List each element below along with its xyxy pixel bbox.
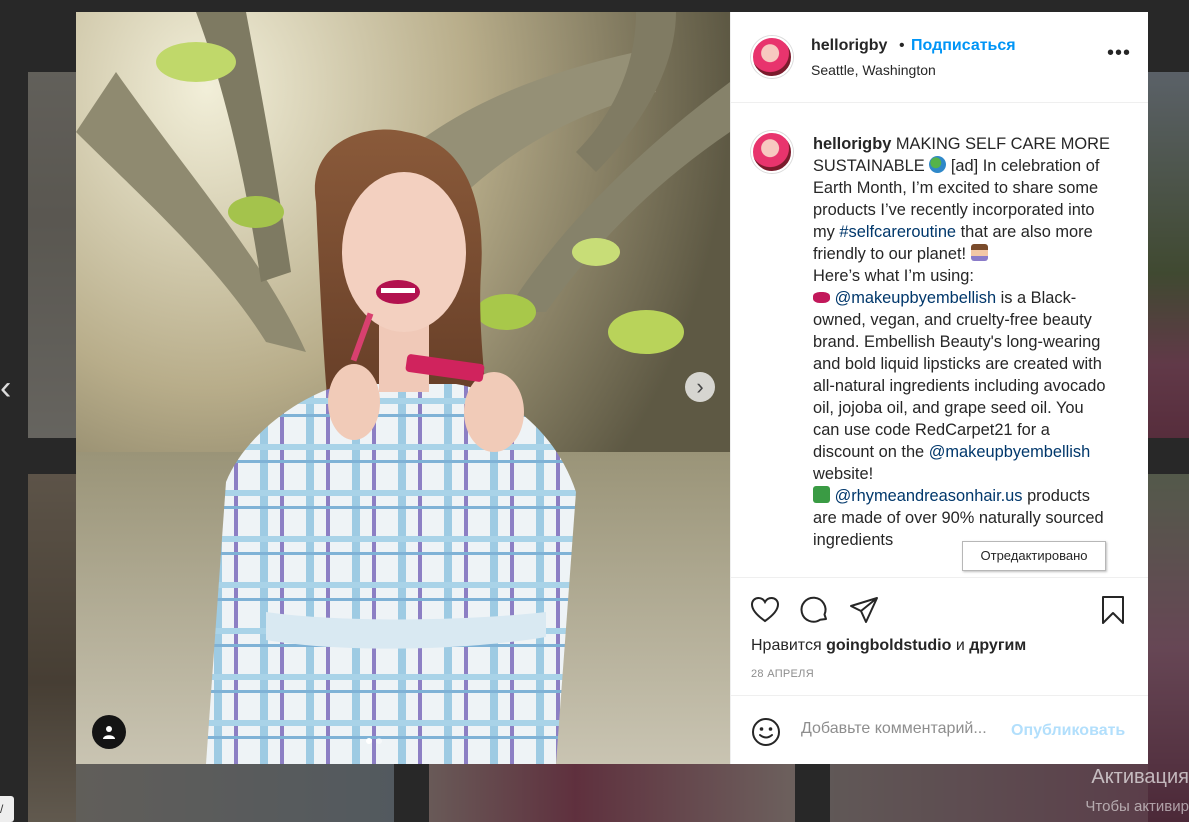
user-icon xyxy=(103,726,115,739)
recycle-emoji-icon xyxy=(813,486,830,503)
activation-watermark-title: Активация xyxy=(1091,766,1189,788)
hashtag-link[interactable]: #selfcareroutine xyxy=(839,223,956,241)
earth-globe-icon xyxy=(929,156,947,173)
comment-icon[interactable] xyxy=(799,594,831,626)
next-photo-button[interactable]: › xyxy=(685,372,715,402)
heart-icon[interactable] xyxy=(749,594,781,626)
carousel-dots xyxy=(366,738,382,744)
post-date[interactable]: 28 АПРЕЛЯ xyxy=(751,668,814,680)
avatar[interactable] xyxy=(751,131,793,173)
bookmark-icon[interactable] xyxy=(1097,594,1129,626)
liked-by-user[interactable]: goingboldstudio xyxy=(826,637,951,654)
side-tab: / xyxy=(0,796,14,822)
edited-tooltip: Отредактировано xyxy=(962,541,1106,571)
post-author-username[interactable]: hellorigby xyxy=(811,37,887,55)
activation-watermark-subtitle: Чтобы активир xyxy=(1085,798,1189,815)
liked-by-others[interactable]: другим xyxy=(969,637,1026,654)
comment-input[interactable] xyxy=(801,720,1011,738)
caption-text: is a Black-owned, vegan, and cruelty-fre… xyxy=(813,289,1106,461)
likes-and: и xyxy=(955,637,965,654)
post-caption: hellorigby MAKING SELF CARE MORE SUSTAIN… xyxy=(813,133,1113,551)
emoji-picker-icon[interactable] xyxy=(751,717,781,747)
mention-link[interactable]: @makeupbyembellish xyxy=(929,443,1091,461)
likes-summary[interactable]: Нравится goingboldstudio и другим xyxy=(751,637,1026,655)
more-options-icon[interactable]: ••• xyxy=(1107,42,1131,65)
chevron-left-icon[interactable]: ‹ xyxy=(0,368,20,408)
tagged-users-button[interactable] xyxy=(92,715,126,749)
avatar[interactable] xyxy=(751,36,793,78)
chevron-right-icon: › xyxy=(696,374,704,399)
carousel-dot xyxy=(376,738,382,744)
mention-link[interactable]: @makeupbyembellish xyxy=(835,289,997,307)
mention-link[interactable]: @rhymeandreasonhair.us xyxy=(835,487,1023,505)
likes-prefix: Нравится xyxy=(751,637,822,654)
follow-button[interactable]: Подписаться xyxy=(911,37,1016,55)
post-sidebar: hellorigby • Подписаться Seattle, Washin… xyxy=(730,12,1148,764)
share-icon[interactable] xyxy=(848,594,880,626)
post-header: hellorigby • Подписаться Seattle, Washin… xyxy=(731,12,1148,103)
post-modal: › hellorigby • Подписаться Seattle, Wash… xyxy=(76,12,1148,764)
carousel-dot xyxy=(366,738,372,744)
post-photo-image xyxy=(76,12,730,764)
post-location[interactable]: Seattle, Washington xyxy=(811,62,936,78)
publish-comment-button[interactable]: Опубликовать xyxy=(1011,722,1125,740)
post-actions: Нравится goingboldstudio и другим 28 АПР… xyxy=(731,577,1148,696)
caption-username[interactable]: hellorigby xyxy=(813,135,891,153)
caption-scroll-area[interactable]: hellorigby MAKING SELF CARE MORE SUSTAIN… xyxy=(731,103,1148,577)
lips-emoji-icon xyxy=(813,292,830,303)
comment-bar: Опубликовать xyxy=(731,695,1148,765)
caption-text: Here’s what I’m using: xyxy=(813,267,974,285)
separator-dot: • xyxy=(899,37,905,54)
caption-text: website! xyxy=(813,465,874,483)
person-emoji-icon xyxy=(970,244,988,261)
post-photo[interactable]: › xyxy=(76,12,730,764)
